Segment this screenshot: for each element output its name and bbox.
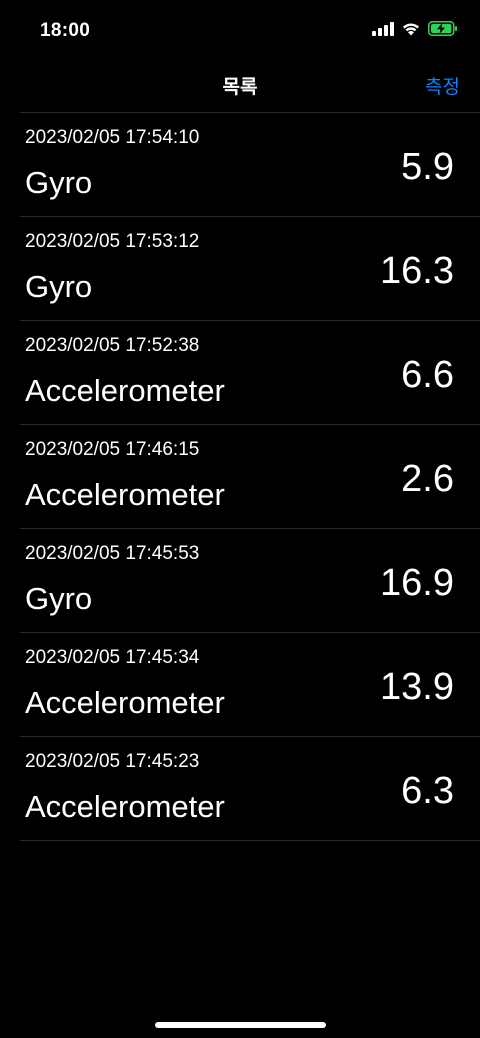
measurement-timestamp: 2023/02/05 17:45:34 (25, 647, 200, 668)
measurement-timestamp: 2023/02/05 17:53:12 (25, 231, 200, 252)
list-item[interactable]: 2023/02/05 17:53:12 Gyro 16.3 (20, 217, 480, 321)
page-title: 목록 (222, 77, 258, 98)
status-time: 18:00 (40, 20, 91, 41)
sensor-name: Accelerometer (25, 685, 225, 720)
measurement-timestamp: 2023/02/05 17:46:15 (25, 439, 200, 460)
measurement-value: 6.6 (401, 354, 454, 396)
measurement-list: 2023/02/05 17:54:10 Gyro 5.9 2023/02/05 17:… (20, 112, 480, 841)
measurement-value: 2.6 (401, 458, 454, 500)
measurement-value: 16.9 (380, 562, 454, 604)
sensor-name: Gyro (25, 165, 93, 200)
measurement-value: 13.9 (380, 666, 454, 708)
status-icons (372, 21, 458, 36)
sensor-name: Gyro (25, 269, 93, 304)
measurement-value: 5.9 (401, 146, 454, 188)
wifi-icon (403, 23, 419, 36)
measurement-value: 6.3 (401, 770, 454, 812)
navigation-bar: 목록 측정 (0, 60, 480, 112)
measure-button[interactable]: 측정 (425, 72, 460, 99)
list-item[interactable]: 2023/02/05 17:52:38 Accelerometer 6.6 (20, 321, 480, 425)
list-item[interactable]: 2023/02/05 17:45:23 Accelerometer 6.3 (20, 737, 480, 841)
status-bar: 18:00 (0, 0, 480, 60)
list-item[interactable]: 2023/02/05 17:46:15 Accelerometer 2.6 (20, 425, 480, 529)
measurement-timestamp: 2023/02/05 17:45:53 (25, 543, 200, 564)
list-item[interactable]: 2023/02/05 17:54:10 Gyro 5.9 (20, 113, 480, 217)
sensor-name: Accelerometer (25, 789, 225, 824)
list-item[interactable]: 2023/02/05 17:45:53 Gyro 16.9 (20, 529, 480, 633)
sensor-name: Gyro (25, 581, 93, 616)
sensor-name: Accelerometer (25, 477, 225, 512)
battery-charging-icon (428, 21, 457, 36)
cellular-signal-icon (372, 21, 394, 36)
sensor-name: Accelerometer (25, 373, 225, 408)
list-item[interactable]: 2023/02/05 17:45:34 Accelerometer 13.9 (20, 633, 480, 737)
measurement-timestamp: 2023/02/05 17:45:23 (25, 751, 200, 772)
measurement-value: 16.3 (380, 250, 454, 292)
home-indicator[interactable] (155, 1022, 326, 1028)
measurement-timestamp: 2023/02/05 17:54:10 (25, 127, 200, 148)
measurement-timestamp: 2023/02/05 17:52:38 (25, 335, 200, 356)
